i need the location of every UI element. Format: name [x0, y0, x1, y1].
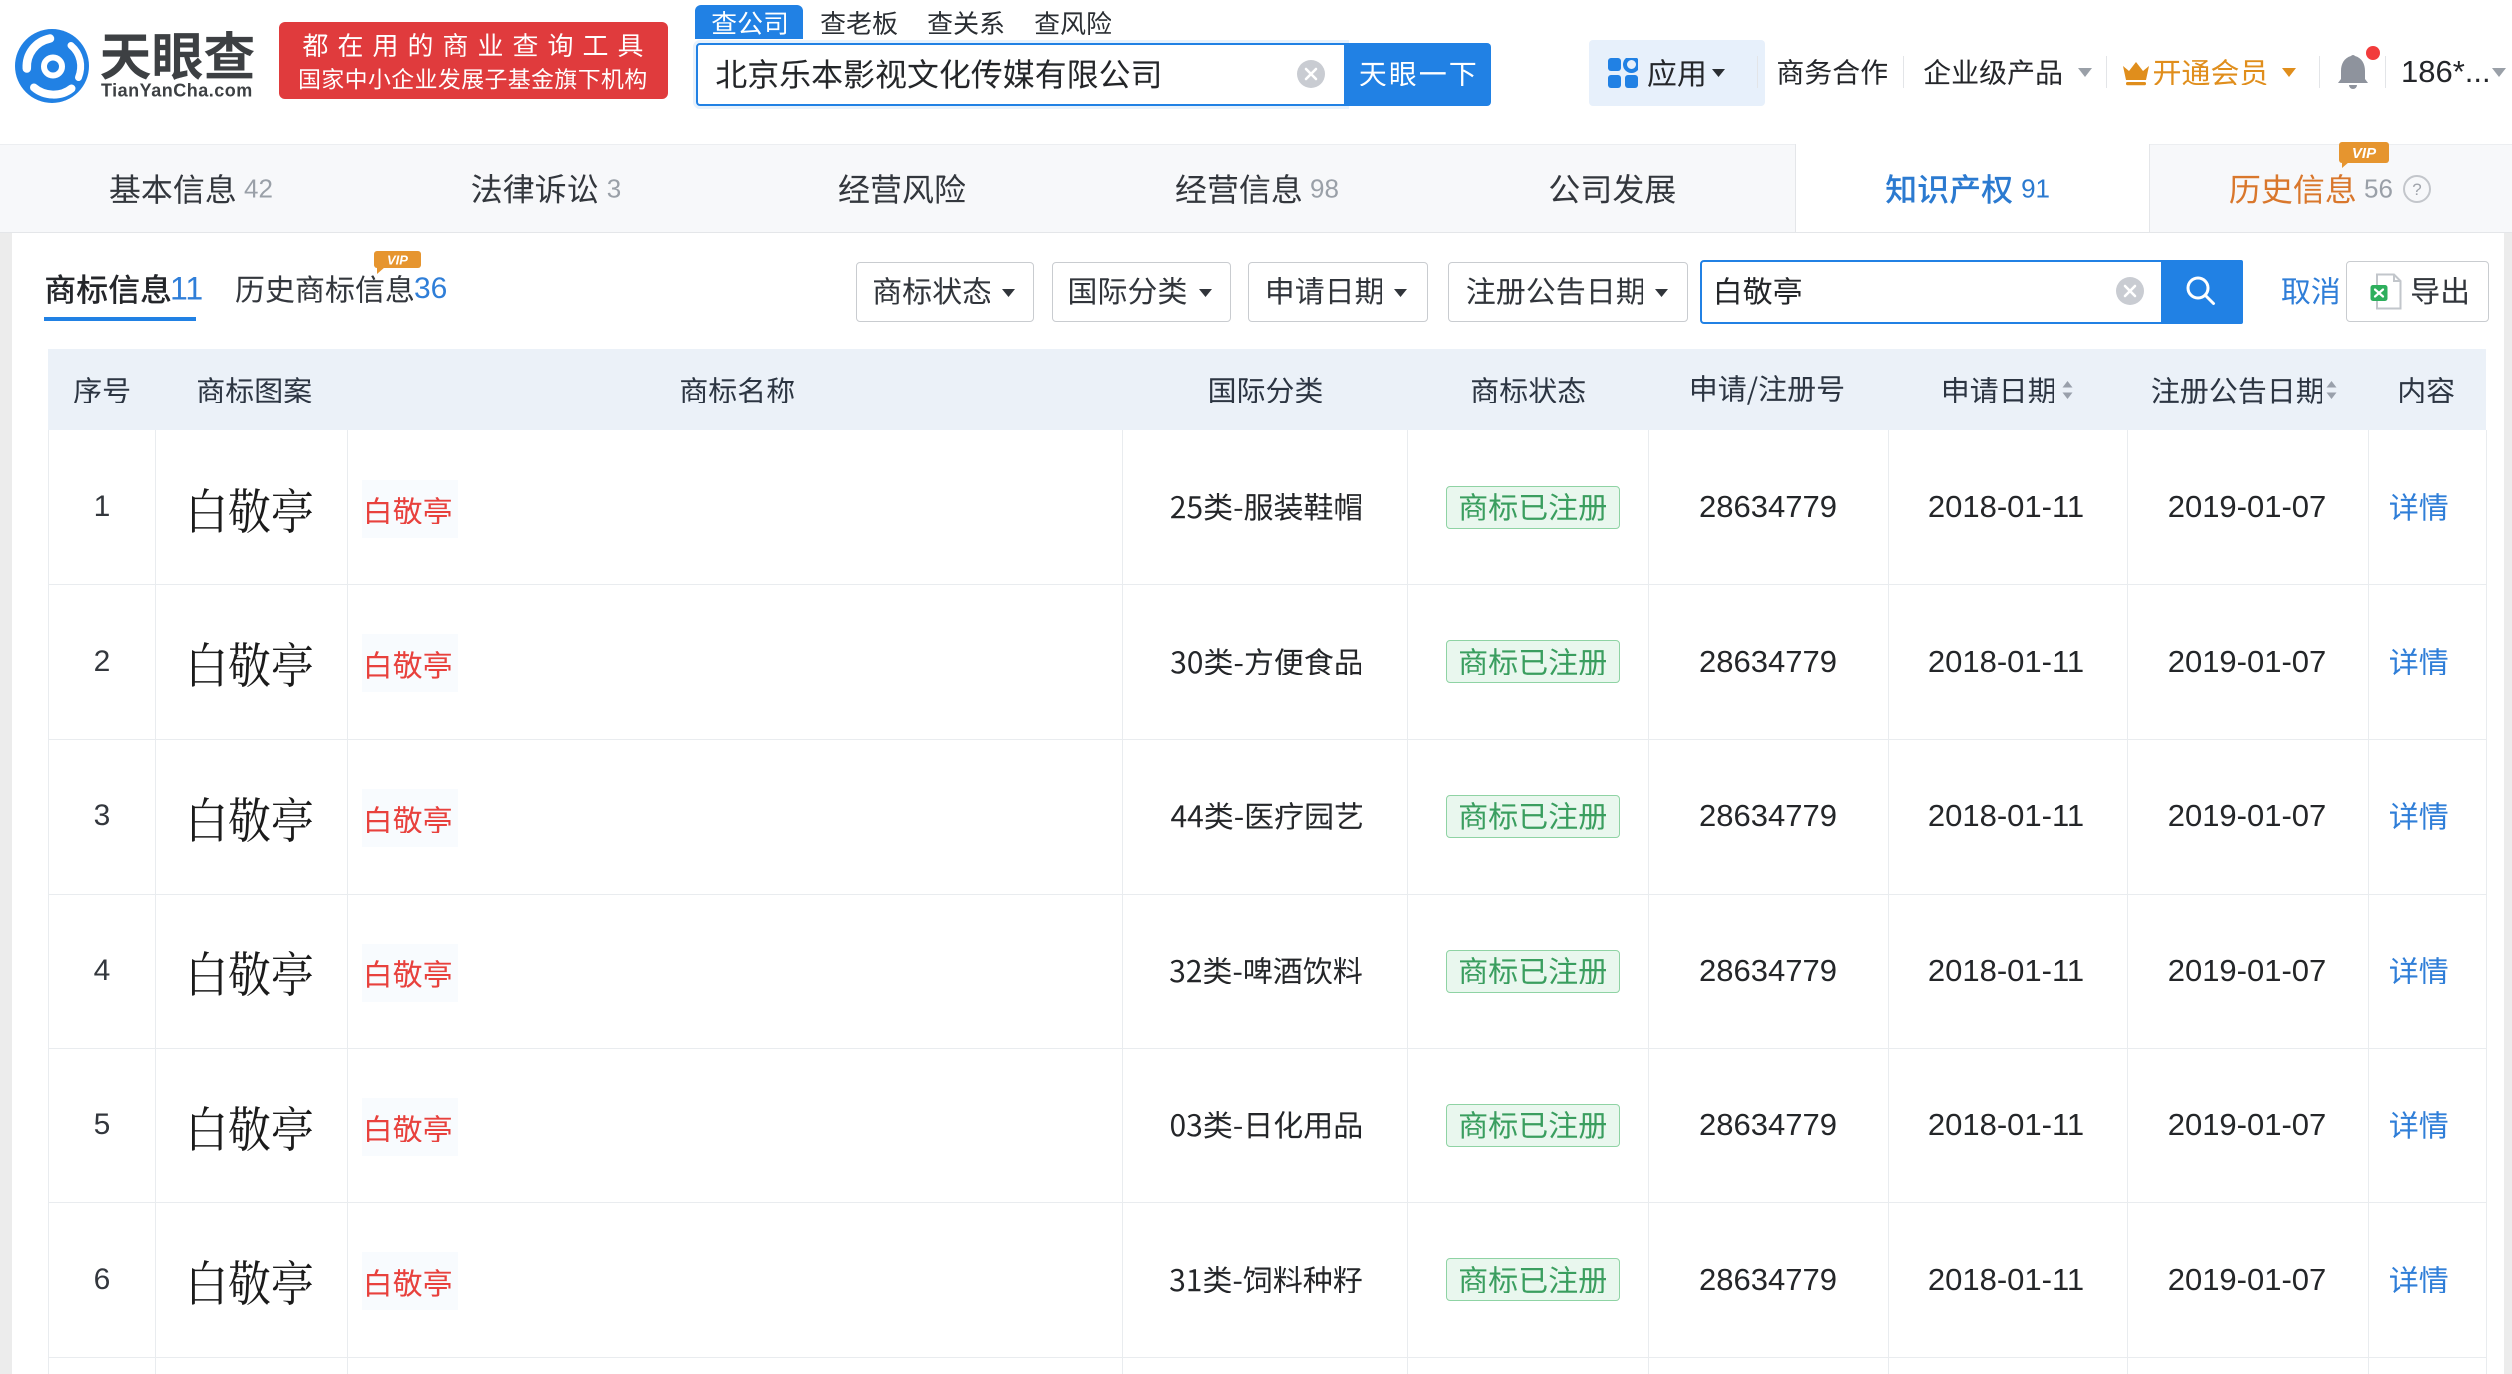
svg-text:VIP: VIP	[387, 253, 408, 268]
svg-text:?: ?	[2412, 180, 2421, 199]
svg-text:VIP: VIP	[2352, 145, 2377, 162]
